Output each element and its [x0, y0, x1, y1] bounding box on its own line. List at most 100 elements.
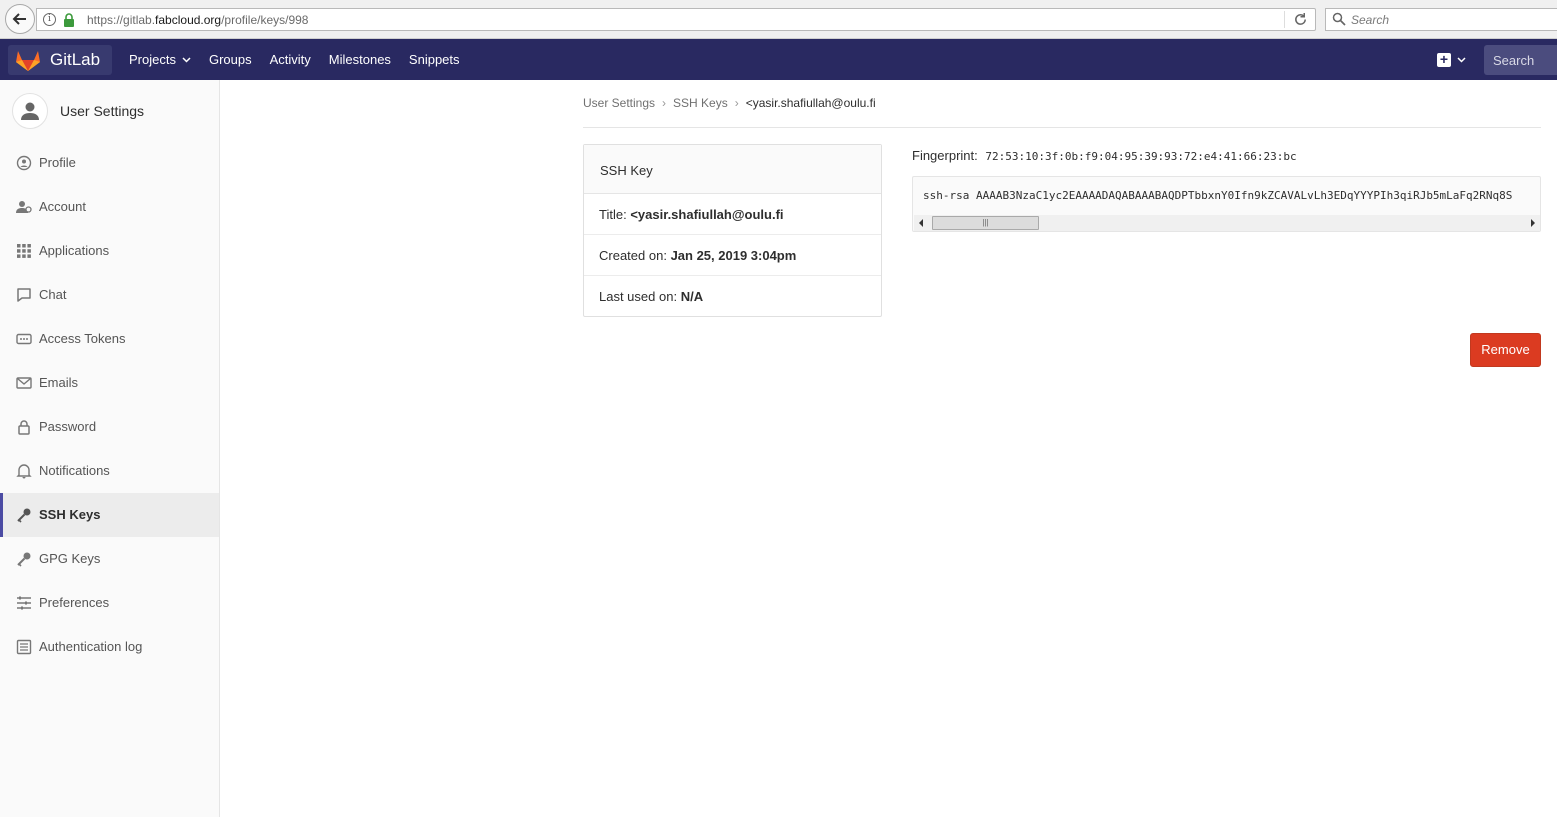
sidebar-item-label: Applications — [39, 243, 110, 258]
sidebar-item-label: SSH Keys — [39, 507, 101, 522]
key-title-value: <yasir.shafiullah@oulu.fi — [630, 207, 784, 222]
plus-icon: + — [1437, 52, 1451, 67]
sidebar-item-access-tokens[interactable]: Access Tokens — [0, 317, 219, 361]
sidebar-item-label: Authentication log — [39, 639, 143, 654]
back-button[interactable] — [5, 4, 35, 34]
chevron-right-icon: › — [662, 96, 667, 110]
log-icon — [16, 639, 32, 655]
mail-icon — [16, 377, 32, 389]
breadcrumb-user-settings[interactable]: User Settings — [583, 96, 655, 110]
arrow-left-icon — [12, 13, 26, 25]
public-key-text[interactable]: ssh-rsa AAAAB3NzaC1yc2EAAAADAQABAAABAQDP… — [923, 189, 1512, 202]
key-title-row: Title: <yasir.shafiullah@oulu.fi — [584, 194, 881, 235]
sidebar-item-notifications[interactable]: Notifications — [0, 449, 219, 493]
scrollbar-thumb[interactable]: ||| — [932, 216, 1039, 230]
nav-activity-label: Activity — [269, 52, 311, 67]
url-text: https://gitlab.fabcloud.org/profile/keys… — [87, 13, 309, 27]
nav-milestones[interactable]: Milestones — [329, 52, 391, 67]
chevron-down-icon — [182, 56, 191, 63]
ssh-key-card: SSH Key Title: <yasir.shafiullah@oulu.fi… — [583, 144, 882, 317]
gitlab-home-link[interactable]: GitLab — [8, 45, 112, 75]
gitlab-logo-icon — [16, 51, 40, 71]
lock-icon[interactable] — [63, 13, 75, 27]
address-bar[interactable]: i https://gitlab.fabcloud.org/profile/ke… — [36, 8, 1316, 31]
profile-icon — [16, 155, 32, 171]
scroll-left-icon[interactable] — [919, 219, 923, 227]
sidebar-item-password[interactable]: Password — [0, 405, 219, 449]
fingerprint: Fingerprint: 72:53:10:3f:0b:f9:04:95:39:… — [912, 148, 1297, 163]
remove-button[interactable]: Remove — [1470, 333, 1541, 367]
nav-projects-label: Projects — [129, 52, 176, 67]
bell-icon — [16, 464, 32, 479]
sidebar-item-label: GPG Keys — [39, 551, 101, 566]
fingerprint-value: 72:53:10:3f:0b:f9:04:95:39:93:72:e4:41:6… — [985, 150, 1297, 163]
breadcrumb: User Settings › SSH Keys › <yasir.shafiu… — [583, 96, 876, 110]
sidebar-item-applications[interactable]: Applications — [0, 229, 219, 273]
applications-icon — [17, 244, 31, 258]
key-last-used-label: Last used on: — [599, 289, 678, 304]
search-icon — [1332, 12, 1346, 26]
info-icon[interactable]: i — [43, 13, 56, 26]
fingerprint-label: Fingerprint: — [912, 148, 978, 163]
lock-icon — [18, 420, 30, 435]
key-icon — [17, 552, 31, 567]
avatar — [12, 92, 48, 129]
sidebar-item-chat[interactable]: Chat — [0, 273, 219, 317]
sidebar-item-label: Preferences — [39, 595, 110, 610]
nav-groups-label: Groups — [208, 52, 252, 67]
browser-search-box[interactable]: Search — [1325, 8, 1557, 31]
sidebar-item-gpg-keys[interactable]: GPG Keys — [0, 537, 219, 581]
public-key-box[interactable]: ssh-rsa AAAAB3NzaC1yc2EAAAADAQABAAABAQDP… — [912, 176, 1541, 232]
sidebar-item-preferences[interactable]: Preferences — [0, 581, 219, 625]
horizontal-scrollbar[interactable]: ||| — [914, 215, 1540, 231]
scroll-right-icon[interactable] — [1531, 219, 1535, 227]
sidebar-item-ssh-keys[interactable]: SSH Keys — [0, 493, 219, 537]
preferences-icon — [17, 596, 31, 610]
nav-activity[interactable]: Activity — [270, 52, 311, 67]
chevron-down-icon — [1457, 57, 1466, 63]
header-search-input[interactable]: Search — [1484, 45, 1557, 75]
nav-snippets[interactable]: Snippets — [409, 52, 460, 67]
settings-sidebar: User Settings Profile Account Applicatio… — [0, 80, 220, 817]
sidebar-item-account[interactable]: Account — [0, 185, 219, 229]
sidebar-item-profile[interactable]: Profile — [0, 141, 219, 185]
url-separator — [1284, 11, 1285, 28]
sidebar-item-label: Profile — [39, 155, 76, 170]
sidebar-item-emails[interactable]: Emails — [0, 361, 219, 405]
key-last-used-row: Last used on: N/A — [584, 276, 881, 317]
new-dropdown-button[interactable]: + — [1437, 52, 1466, 67]
breadcrumb-current[interactable]: <yasir.shafiullah@oulu.fi — [746, 96, 876, 110]
breadcrumb-ssh-keys[interactable]: SSH Keys — [673, 96, 728, 110]
key-created-label: Created on: — [599, 248, 667, 263]
reload-icon[interactable] — [1293, 12, 1308, 27]
sidebar-title: User Settings — [60, 102, 145, 119]
sidebar-header[interactable]: User Settings — [0, 80, 219, 141]
sidebar-item-label: Account — [39, 199, 86, 214]
key-icon — [17, 508, 31, 523]
nav-projects[interactable]: Projects — [129, 52, 191, 67]
chevron-right-icon: › — [734, 96, 739, 110]
sidebar-nav: Profile Account Applications Chat Access… — [0, 141, 219, 669]
browser-search-placeholder: Search — [1351, 13, 1390, 27]
sidebar-item-label: Chat — [39, 287, 67, 302]
brand-name: GitLab — [50, 50, 101, 69]
card-heading: SSH Key — [584, 145, 881, 194]
browser-toolbar: i https://gitlab.fabcloud.org/profile/ke… — [0, 0, 1557, 39]
chat-icon — [17, 288, 31, 302]
token-icon — [16, 333, 32, 345]
account-icon — [16, 201, 32, 213]
header-search-placeholder: Search — [1493, 53, 1535, 68]
key-title-label: Title: — [599, 207, 627, 222]
top-navigation: Projects Groups Activity Milestones Snip… — [129, 52, 478, 67]
sidebar-item-label: Notifications — [39, 463, 110, 478]
nav-snippets-label: Snippets — [408, 52, 460, 67]
key-last-used-value: N/A — [680, 289, 704, 304]
sidebar-item-authentication-log[interactable]: Authentication log — [0, 625, 219, 669]
nav-milestones-label: Milestones — [328, 52, 391, 67]
key-created-value: Jan 25, 2019 3:04pm — [670, 248, 797, 263]
sidebar-item-label: Password — [39, 419, 97, 434]
divider — [583, 127, 1541, 128]
sidebar-item-label: Access Tokens — [39, 331, 126, 346]
gitlab-header: GitLab Projects Groups Activity Mileston… — [0, 39, 1557, 80]
nav-groups[interactable]: Groups — [209, 52, 252, 67]
